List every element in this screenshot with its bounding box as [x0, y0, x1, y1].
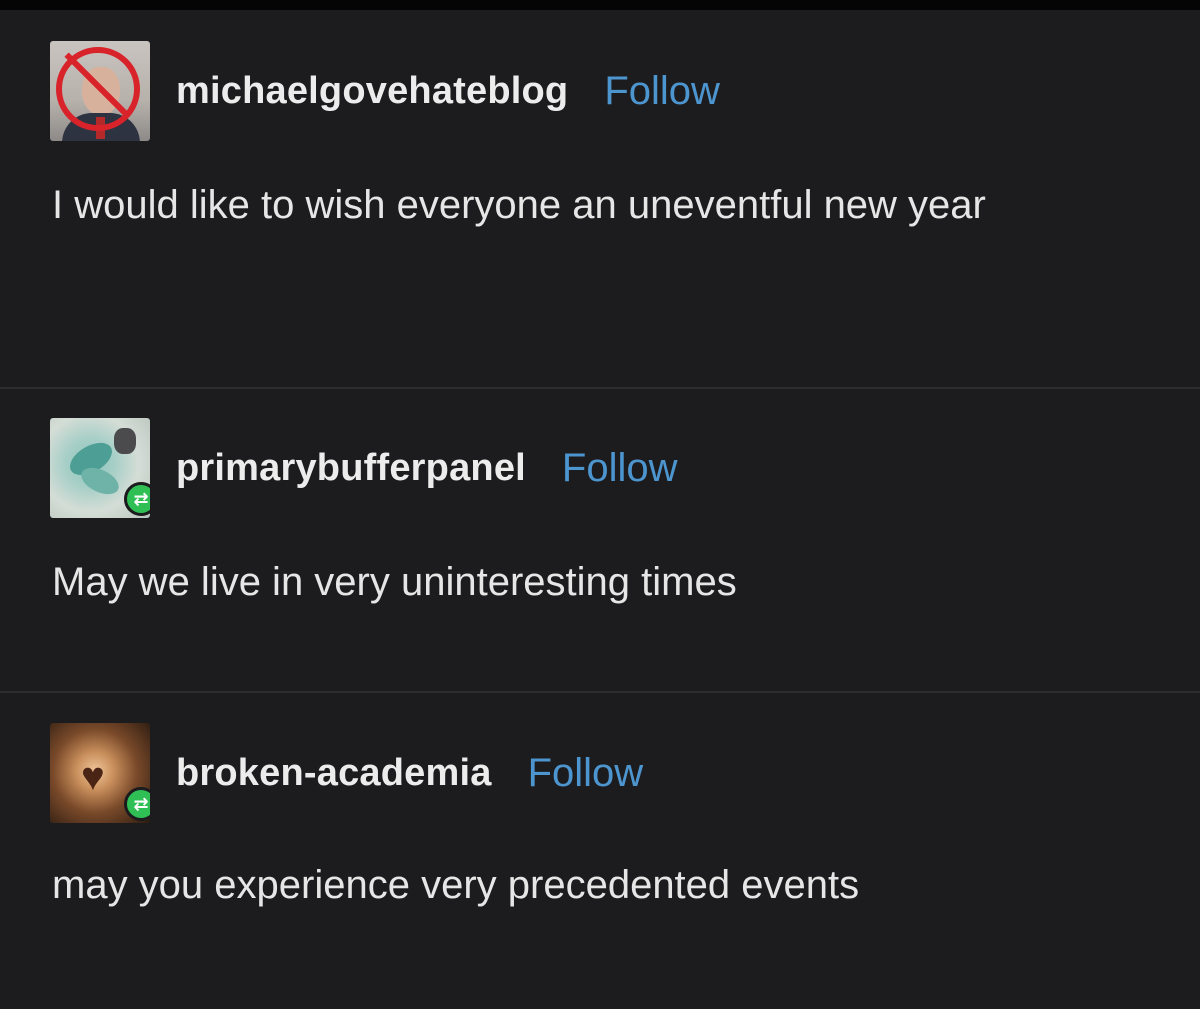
avatar-floral-art-icon[interactable]: ⇄	[50, 418, 150, 518]
post-body: may you experience very precedented even…	[52, 863, 860, 907]
post-thread: michaelgovehateblog Follow I would like …	[0, 0, 1200, 1009]
username[interactable]: michaelgovehateblog	[176, 70, 568, 113]
post-header: ⇄ primarybufferpanel Follow	[50, 418, 678, 518]
top-bar	[0, 0, 1200, 10]
post-primarybufferpanel: ⇄ primarybufferpanel Follow May we live …	[0, 389, 1200, 691]
post-body: May we live in very uninteresting times	[52, 560, 737, 604]
post-header: michaelgovehateblog Follow	[50, 41, 720, 141]
follow-button[interactable]: Follow	[528, 751, 644, 796]
avatar-heart-art-icon[interactable]: ♥ ⇄	[50, 723, 150, 823]
reblog-icon: ⇄	[124, 482, 150, 516]
heart-icon: ♥	[81, 755, 105, 799]
reblog-icon: ⇄	[124, 787, 150, 821]
post-broken-academia: ♥ ⇄ broken-academia Follow may you exper…	[0, 693, 1200, 1009]
username[interactable]: broken-academia	[176, 752, 492, 795]
username[interactable]: primarybufferpanel	[176, 447, 526, 490]
post-michaelgovehateblog: michaelgovehateblog Follow I would like …	[0, 10, 1200, 387]
post-body: I would like to wish everyone an unevent…	[52, 183, 986, 227]
follow-button[interactable]: Follow	[562, 446, 678, 491]
follow-button[interactable]: Follow	[604, 69, 720, 114]
avatar-shadow	[114, 428, 136, 454]
post-header: ♥ ⇄ broken-academia Follow	[50, 723, 643, 823]
avatar-portrait-no-symbol-icon[interactable]	[50, 41, 150, 141]
